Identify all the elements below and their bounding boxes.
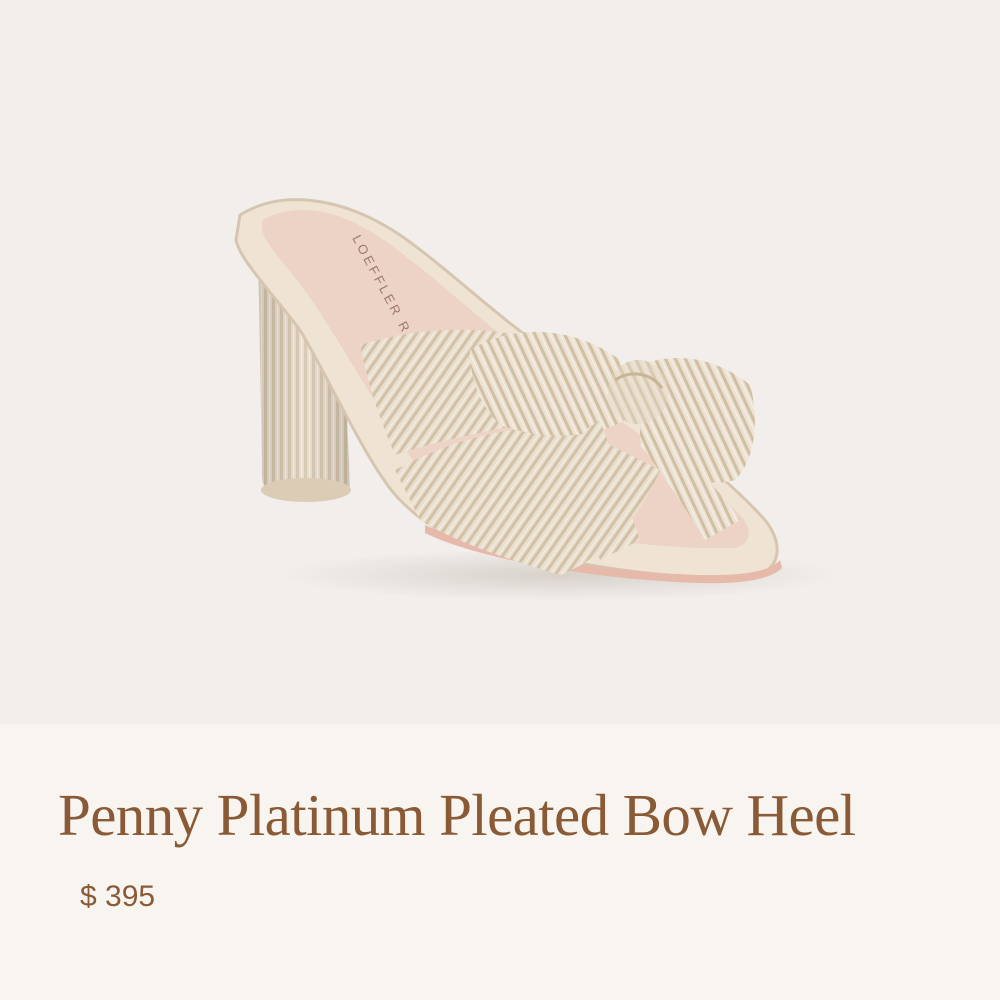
product-card[interactable]: LOEFFLER RANDALL Penny Platinum Pleated … (0, 0, 1000, 1000)
product-price: $ 395 (80, 880, 156, 913)
product-image[interactable]: LOEFFLER RANDALL (0, 0, 1000, 724)
shoe-illustration: LOEFFLER RANDALL (234, 198, 840, 601)
product-title[interactable]: Penny Platinum Pleated Bow Heel (58, 775, 856, 855)
